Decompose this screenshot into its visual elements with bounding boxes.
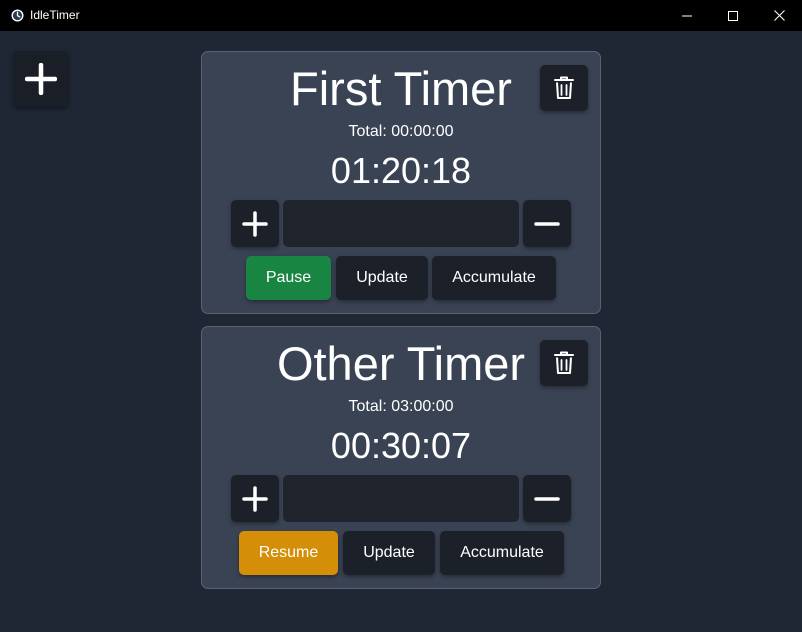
resume-button[interactable]: Resume <box>239 531 338 575</box>
maximize-icon <box>728 10 738 21</box>
accumulate-button[interactable]: Accumulate <box>432 256 556 300</box>
timer-clock: 00:30:07 <box>330 425 472 466</box>
accumulate-button[interactable]: Accumulate <box>440 531 564 575</box>
increment-button[interactable] <box>231 475 279 522</box>
window-title: IdleTimer <box>30 8 80 22</box>
increment-button[interactable] <box>231 200 279 247</box>
update-button[interactable]: Update <box>343 531 435 575</box>
title-bar: IdleTimer <box>0 0 802 31</box>
minus-icon <box>534 221 560 226</box>
decrement-button[interactable] <box>523 200 571 247</box>
clock-icon <box>11 9 24 22</box>
minimize-button[interactable] <box>664 0 710 31</box>
update-button[interactable]: Update <box>336 256 428 300</box>
timer-card: Other Timer Total: 03:00:00 00:30:07 Res… <box>201 326 601 589</box>
close-button[interactable] <box>756 0 802 31</box>
delete-timer-button[interactable] <box>540 65 588 111</box>
timer-card: First Timer Total: 00:00:00 01:20:18 Pau… <box>201 51 601 314</box>
delete-timer-button[interactable] <box>540 340 588 386</box>
minus-icon <box>534 496 560 501</box>
amount-input[interactable] <box>283 200 519 247</box>
plus-icon <box>25 63 57 95</box>
pause-button[interactable]: Pause <box>246 256 331 300</box>
timer-clock: 01:20:18 <box>330 150 472 191</box>
amount-input[interactable] <box>283 475 519 522</box>
maximize-button[interactable] <box>710 0 756 31</box>
timer-total: Total: 00:00:00 <box>348 123 454 140</box>
trash-icon <box>554 351 574 374</box>
decrement-button[interactable] <box>523 475 571 522</box>
minimize-icon <box>682 15 692 16</box>
plus-icon <box>242 485 268 512</box>
timer-total: Total: 03:00:00 <box>348 398 454 415</box>
add-timer-button[interactable] <box>13 51 69 107</box>
trash-icon <box>554 76 574 99</box>
idle-timer-window: IdleTimer First Timer Total: 00:00:00 01… <box>0 0 802 632</box>
plus-icon <box>242 210 268 237</box>
close-icon <box>773 10 785 21</box>
